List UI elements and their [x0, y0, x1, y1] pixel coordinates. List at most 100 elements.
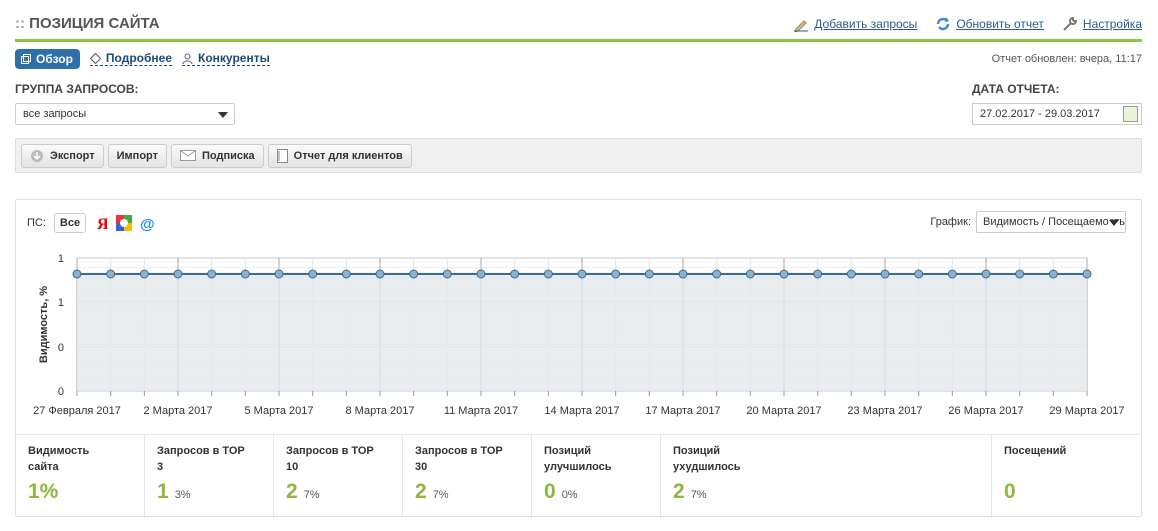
- stat-percent: 0%: [561, 489, 578, 501]
- data-point: [678, 269, 688, 279]
- chevron-down-icon: [218, 112, 228, 118]
- stat-title: Запросов в ТОР 3: [157, 445, 245, 473]
- pencil-add-icon: [794, 20, 809, 32]
- query-group-label: ГРУППА ЗАПРОСОВ:: [15, 82, 139, 96]
- stats-row: Видимость сайта 1% Запросов в ТОР 3 1 3% Запр…: [16, 434, 1141, 518]
- stat-5: Позиций ухудшилось 2 7%: [661, 435, 992, 518]
- data-point: [274, 269, 284, 279]
- stat-0: Видимость сайта 1%: [16, 435, 145, 518]
- visibility-chart: 1 1 0 0 27 Февраля 2017 2 Марта 2017 5 Марта 2…: [33, 253, 1124, 417]
- stat-1: Запросов в ТОР 3 1 3%: [145, 435, 274, 518]
- stat-value-group: 1 3%: [157, 480, 191, 504]
- data-point: [1048, 269, 1058, 279]
- y-tick-label: 1: [58, 297, 64, 309]
- y-tick-label: 0: [58, 386, 64, 398]
- add-queries-link[interactable]: Добавить запросы: [793, 16, 917, 32]
- series-area: [77, 274, 1087, 391]
- data-point: [712, 269, 722, 279]
- stat-percent: 3%: [174, 489, 191, 501]
- overview-icon: [21, 54, 31, 64]
- notebook-icon: [276, 148, 288, 163]
- query-group-select[interactable]: все запросы: [15, 103, 235, 125]
- stat-percent: 7%: [432, 489, 449, 501]
- x-tick-label: 23 Марта 2017: [847, 405, 922, 417]
- stat-value-group: 2 7%: [415, 480, 449, 504]
- stat-3: Запросов в ТОР 30 2 7%: [403, 435, 532, 518]
- wrench-icon: [1063, 16, 1077, 31]
- data-point: [611, 269, 621, 279]
- stat-title: Посещений: [1004, 445, 1067, 457]
- data-point: [543, 269, 553, 279]
- data-point: [1082, 269, 1092, 279]
- export-icon: [31, 149, 43, 162]
- data-point: [240, 269, 250, 279]
- x-tick-label: 2 Марта 2017: [143, 405, 212, 417]
- data-point: [644, 269, 654, 279]
- stat-percent: 7%: [303, 489, 320, 501]
- stat-value: 2: [415, 480, 427, 503]
- import-button[interactable]: Импорт: [107, 143, 168, 168]
- y-axis-label: Видимость, %: [38, 286, 50, 363]
- stat-value: 1%: [28, 480, 59, 503]
- stat-value-group: 2 7%: [286, 480, 320, 504]
- envelope-icon: [180, 150, 197, 161]
- tab-competitors[interactable]: Конкуренты: [182, 52, 270, 66]
- x-tick-label: 14 Марта 2017: [544, 405, 619, 417]
- report-updated-text: Отчет обновлен: вчера, 11:17: [991, 53, 1142, 65]
- x-tick-label: 26 Марта 2017: [948, 405, 1023, 417]
- report-date-input[interactable]: 27.02.2017 - 29.03.2017: [972, 103, 1142, 125]
- data-point: [173, 269, 183, 279]
- tab-details[interactable]: Подробнее: [89, 52, 173, 66]
- data-point: [409, 269, 419, 279]
- stat-title: Запросов в ТОР 30: [415, 445, 503, 473]
- data-point: [207, 269, 217, 279]
- y-tick-label: 1: [58, 253, 64, 265]
- stat-title: Запросов в ТОР 10: [286, 445, 374, 473]
- data-point: [779, 269, 789, 279]
- stat-value: 1: [157, 480, 169, 503]
- tab-overview[interactable]: Обзор: [15, 49, 80, 69]
- data-point: [442, 269, 452, 279]
- stat-value-group: 1%: [28, 480, 58, 504]
- stat-6: Посещений 0: [992, 435, 1141, 518]
- data-point: [880, 269, 890, 279]
- x-tick-label: 8 Марта 2017: [345, 405, 414, 417]
- data-point: [341, 269, 351, 279]
- data-point: [745, 269, 755, 279]
- data-point: [510, 269, 520, 279]
- report-toolbar: Экспорт Импорт Подписка Отчет для клиент…: [15, 138, 1142, 173]
- settings-link[interactable]: Настройка: [1062, 16, 1142, 32]
- stat-title: Позиций ухудшилось: [673, 445, 741, 473]
- x-tick-label: 11 Марта 2017: [444, 405, 518, 417]
- subscribe-button[interactable]: Подписка: [171, 143, 264, 168]
- calendar-icon[interactable]: [1123, 106, 1138, 122]
- user-icon: [182, 53, 193, 64]
- stat-title: Позиций улучшилось: [544, 445, 612, 473]
- export-button[interactable]: Экспорт: [21, 143, 104, 168]
- stat-value-group: 0: [1004, 480, 1016, 504]
- stat-value: 2: [286, 480, 298, 503]
- x-tick-label: 17 Марта 2017: [645, 405, 720, 417]
- data-point: [72, 269, 82, 279]
- stat-percent: 7%: [690, 489, 707, 501]
- x-tick-label: 27 Февраля 2017: [33, 405, 121, 417]
- data-point: [308, 269, 318, 279]
- details-icon: [89, 53, 101, 64]
- data-point: [577, 269, 587, 279]
- data-point: [981, 269, 991, 279]
- stat-value-group: 2 7%: [673, 480, 707, 504]
- page-title: :: ПОЗИЦИЯ САЙТА: [15, 15, 160, 32]
- data-point: [914, 269, 924, 279]
- data-point: [106, 269, 116, 279]
- x-tick-label: 5 Марта 2017: [244, 405, 313, 417]
- report-tabs: Обзор Подробнее Конкуренты: [15, 49, 270, 69]
- refresh-report-link[interactable]: Обновить отчет: [935, 16, 1044, 32]
- refresh-icon: [937, 17, 950, 31]
- stat-title: Видимость сайта: [28, 445, 90, 473]
- chart-panel: ПС: Все Я @ График: Видимость / Посещаем…: [15, 199, 1142, 518]
- stat-value: 0: [1004, 480, 1016, 503]
- x-tick-label: 29 Марта 2017: [1049, 405, 1124, 417]
- client-report-button[interactable]: Отчет для клиентов: [267, 143, 412, 168]
- data-point: [947, 269, 957, 279]
- data-point: [375, 269, 385, 279]
